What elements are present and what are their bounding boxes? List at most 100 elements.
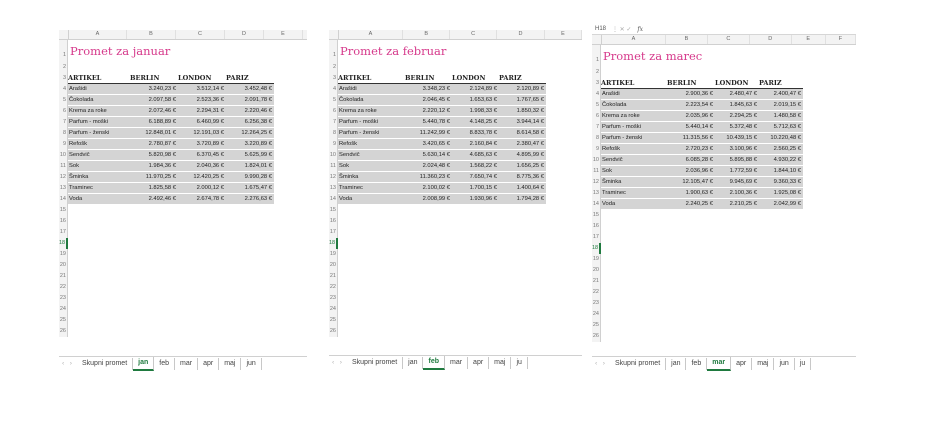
row-number[interactable]: 16 xyxy=(329,216,338,227)
value-cell[interactable]: 5.630,14 € xyxy=(405,150,452,161)
value-cell[interactable]: 1.675,47 € xyxy=(226,183,274,194)
sheet-tab-mar[interactable]: mar xyxy=(175,358,199,370)
row-number[interactable]: 9 xyxy=(329,139,338,150)
value-cell[interactable]: 2.035,96 € xyxy=(667,111,715,122)
value-cell[interactable]: 11.315,56 € xyxy=(667,133,715,144)
header-cell[interactable]: BERLIN xyxy=(667,78,715,89)
column-letter-e[interactable]: E xyxy=(264,30,303,39)
item-name-cell[interactable]: Voda xyxy=(338,194,405,205)
value-cell[interactable]: 11.360,23 € xyxy=(405,172,452,183)
value-cell[interactable]: 3.512,14 € xyxy=(178,84,226,95)
sheet-tab-mar[interactable]: mar xyxy=(707,357,732,371)
item-name-cell[interactable]: Voda xyxy=(601,199,667,210)
row-number[interactable]: 1 xyxy=(59,40,68,62)
value-cell[interactable]: 2.900,36 € xyxy=(667,89,715,100)
value-cell[interactable]: 9.990,28 € xyxy=(226,172,274,183)
row-number[interactable]: 26 xyxy=(59,326,68,337)
sheet-tab-ju[interactable]: ju xyxy=(511,357,528,369)
value-cell[interactable]: 4.930,22 € xyxy=(759,155,803,166)
row-number[interactable]: 7 xyxy=(329,117,338,128)
value-cell[interactable]: 2.380,47 € xyxy=(499,139,546,150)
item-name-cell[interactable]: Traminec xyxy=(338,183,405,194)
row-number[interactable]: 24 xyxy=(329,304,338,315)
value-cell[interactable]: 2.523,36 € xyxy=(178,95,226,106)
value-cell[interactable]: 3.348,23 € xyxy=(405,84,452,95)
item-name-cell[interactable]: Traminec xyxy=(68,183,130,194)
row-number[interactable]: 14 xyxy=(59,194,68,205)
value-cell[interactable]: 1.825,58 € xyxy=(130,183,178,194)
column-letter-d[interactable]: D xyxy=(750,35,792,44)
value-cell[interactable]: 5.712,63 € xyxy=(759,122,803,133)
sheet-tab-skupni-promet[interactable]: Skupni promet xyxy=(77,358,134,370)
row-number[interactable]: 6 xyxy=(592,111,601,122)
sheet-tab-maj[interactable]: maj xyxy=(752,358,775,370)
row-number[interactable]: 10 xyxy=(592,155,601,166)
row-number[interactable]: 6 xyxy=(329,106,338,117)
row-number[interactable]: 9 xyxy=(59,139,68,150)
tab-scroll-arrows[interactable]: ‹ › xyxy=(592,361,610,367)
item-name-cell[interactable]: Krema za roke xyxy=(68,106,130,117)
value-cell[interactable]: 5.372,48 € xyxy=(715,122,759,133)
item-name-cell[interactable]: Šminka xyxy=(68,172,130,183)
value-cell[interactable]: 2.720,23 € xyxy=(667,144,715,155)
value-cell[interactable]: 1.794,28 € xyxy=(499,194,546,205)
row-number[interactable]: 14 xyxy=(329,194,338,205)
value-cell[interactable]: 1.900,63 € xyxy=(667,188,715,199)
column-letter-e[interactable]: E xyxy=(792,35,826,44)
row-number[interactable]: 8 xyxy=(59,128,68,139)
value-cell[interactable]: 2.294,31 € xyxy=(178,106,226,117)
column-letter-b[interactable]: B xyxy=(127,30,176,39)
row-number[interactable]: 13 xyxy=(592,188,601,199)
value-cell[interactable]: 4.685,63 € xyxy=(452,150,499,161)
row-number[interactable]: 17 xyxy=(592,232,601,243)
row-number[interactable]: 22 xyxy=(59,282,68,293)
row-number[interactable]: 2 xyxy=(59,62,68,73)
row-number[interactable]: 15 xyxy=(592,210,601,221)
item-name-cell[interactable]: Parfum - ženski xyxy=(338,128,405,139)
row-number[interactable]: 15 xyxy=(59,205,68,216)
row-number[interactable]: 26 xyxy=(329,326,338,337)
value-cell[interactable]: 1.984,36 € xyxy=(130,161,178,172)
item-name-cell[interactable]: Čokolada xyxy=(68,95,130,106)
row-number[interactable]: 8 xyxy=(329,128,338,139)
item-name-cell[interactable]: Parfum - ženski xyxy=(68,128,130,139)
formula-bar[interactable]: H18 ⋮ ✕ ✓ fx xyxy=(592,24,856,35)
row-number[interactable]: 15 xyxy=(329,205,338,216)
row-number[interactable]: 16 xyxy=(59,216,68,227)
value-cell[interactable]: 2.492,46 € xyxy=(130,194,178,205)
value-cell[interactable]: 1.700,15 € xyxy=(452,183,499,194)
value-cell[interactable]: 4.148,25 € xyxy=(452,117,499,128)
value-cell[interactable]: 2.160,84 € xyxy=(452,139,499,150)
item-name-cell[interactable]: Parfum - ženski xyxy=(601,133,667,144)
row-number[interactable]: 9 xyxy=(592,144,601,155)
row-number[interactable]: 22 xyxy=(329,282,338,293)
value-cell[interactable]: 2.220,46 € xyxy=(226,106,274,117)
value-cell[interactable]: 8.833,78 € xyxy=(452,128,499,139)
row-number[interactable]: 19 xyxy=(59,249,68,260)
value-cell[interactable]: 2.120,89 € xyxy=(499,84,546,95)
item-name-cell[interactable]: Sendvič xyxy=(338,150,405,161)
value-cell[interactable]: 3.452,48 € xyxy=(226,84,274,95)
item-name-cell[interactable]: Krema za roke xyxy=(601,111,667,122)
row-number[interactable]: 2 xyxy=(592,67,601,78)
row-number[interactable]: 25 xyxy=(59,315,68,326)
row-number[interactable]: 4 xyxy=(592,89,601,100)
select-all-corner[interactable] xyxy=(329,30,339,39)
item-name-cell[interactable]: Šminka xyxy=(338,172,405,183)
value-cell[interactable]: 11.242,99 € xyxy=(405,128,452,139)
column-letter-c[interactable]: C xyxy=(708,35,750,44)
value-cell[interactable]: 12.191,03 € xyxy=(178,128,226,139)
row-number[interactable]: 7 xyxy=(59,117,68,128)
select-all-corner[interactable] xyxy=(59,30,69,39)
item-name-cell[interactable]: Refošk xyxy=(601,144,667,155)
value-cell[interactable]: 3.100,96 € xyxy=(715,144,759,155)
row-number[interactable]: 11 xyxy=(59,161,68,172)
row-number[interactable]: 4 xyxy=(329,84,338,95)
row-number[interactable]: 18 xyxy=(329,238,338,249)
row-number[interactable]: 19 xyxy=(592,254,601,265)
sheet-tab-skupni-promet[interactable]: Skupni promet xyxy=(610,358,667,370)
column-letter-e[interactable]: E xyxy=(545,30,582,39)
sheet-tab-ju[interactable]: ju xyxy=(795,358,812,370)
row-number[interactable]: 20 xyxy=(592,265,601,276)
row-number[interactable]: 5 xyxy=(59,95,68,106)
